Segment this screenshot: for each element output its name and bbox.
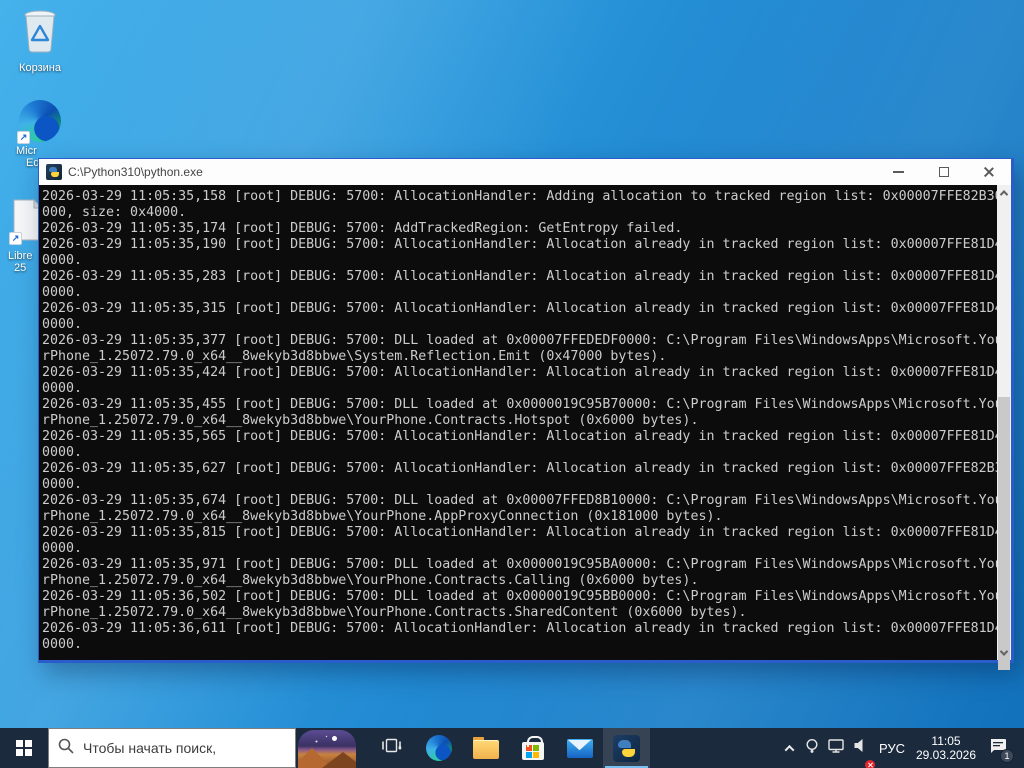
task-view-icon [381,737,402,759]
maximize-button[interactable] [921,159,966,185]
close-button[interactable] [966,159,1011,185]
desktop-icon-label: Libre [8,250,33,262]
desktop-icon-label: 25 [14,262,27,274]
shortcut-arrow-icon: ↗ [9,232,22,245]
scrollbar-up-icon [999,189,1009,199]
action-center-button[interactable]: 1 [980,728,1016,768]
desktop-icon-recycle-bin[interactable]: Корзина [2,6,78,74]
edge-icon [425,735,452,761]
scrollbar-down-button[interactable] [997,645,1011,660]
windows-start-icon [16,740,32,756]
network-tray-icon [827,738,846,759]
task-view-button[interactable] [368,728,415,768]
tray-network-button[interactable] [824,728,848,768]
scrollbar-up-button[interactable] [997,185,1011,200]
edge-icon: ↗ [17,100,61,144]
camera-tray-icon [803,738,821,759]
minimize-icon [893,171,904,173]
taskbar-edge-button[interactable] [415,728,462,768]
taskbar-mail-button[interactable] [556,728,603,768]
clock-time: 11:05 [931,734,961,748]
language-indicator[interactable]: РУС [872,728,912,768]
clock-date: 29.03.2026 [915,748,977,762]
shortcut-arrow-icon: ↗ [17,131,30,144]
taskbar-clock[interactable]: 11:05 29.03.2026 [912,728,980,768]
window-titlebar[interactable]: C:\Python310\python.exe [39,159,1011,185]
python-app-icon [46,164,62,180]
window-title: C:\Python310\python.exe [68,165,203,179]
close-icon [983,166,995,178]
volume-mute-badge [865,760,875,768]
store-icon [521,736,544,760]
python-console-icon [613,734,640,762]
file-explorer-icon [472,736,499,759]
taskbar-python-console-button[interactable] [603,728,650,768]
search-icon [57,737,75,760]
tray-expand-button[interactable] [778,728,800,768]
desktop-icon-label: Micr [16,145,37,157]
desktop[interactable]: Корзина ↗ Micr Ed ↗ Libre 25 C:\Python31… [0,0,1024,768]
taskbar-file-explorer-button[interactable] [462,728,509,768]
start-button[interactable] [0,728,48,768]
console-scrollbar[interactable] [997,185,1011,670]
scrollbar-thumb[interactable] [998,397,1010,670]
system-tray: РУС 11:05 29.03.2026 1 [778,728,1024,768]
minimize-button[interactable] [876,159,921,185]
tray-expand-chevron-icon [784,744,794,755]
maximize-icon [938,167,949,177]
news-widget-image [298,730,356,768]
recycle-bin-icon [18,6,62,59]
tray-volume-button[interactable] [848,728,875,768]
taskbar-search[interactable] [48,728,296,768]
scrollbar-down-icon [999,646,1009,656]
taskbar-store-button[interactable] [509,728,556,768]
search-input[interactable] [83,740,273,756]
notification-count-badge: 1 [1000,749,1014,763]
desktop-icon-label: Корзина [19,62,61,74]
taskbar: РУС 11:05 29.03.2026 1 [0,728,1024,768]
console-log[interactable]: 2026-03-29 11:05:35,158 [root] DEBUG: 57… [39,185,997,660]
news-widget-button[interactable] [296,728,358,768]
mail-icon [566,738,593,758]
console-window: C:\Python310\python.exe 2026-03-29 11:05… [38,158,1014,670]
volume-muted-icon [853,738,868,758]
tray-camera-button[interactable] [800,728,824,768]
